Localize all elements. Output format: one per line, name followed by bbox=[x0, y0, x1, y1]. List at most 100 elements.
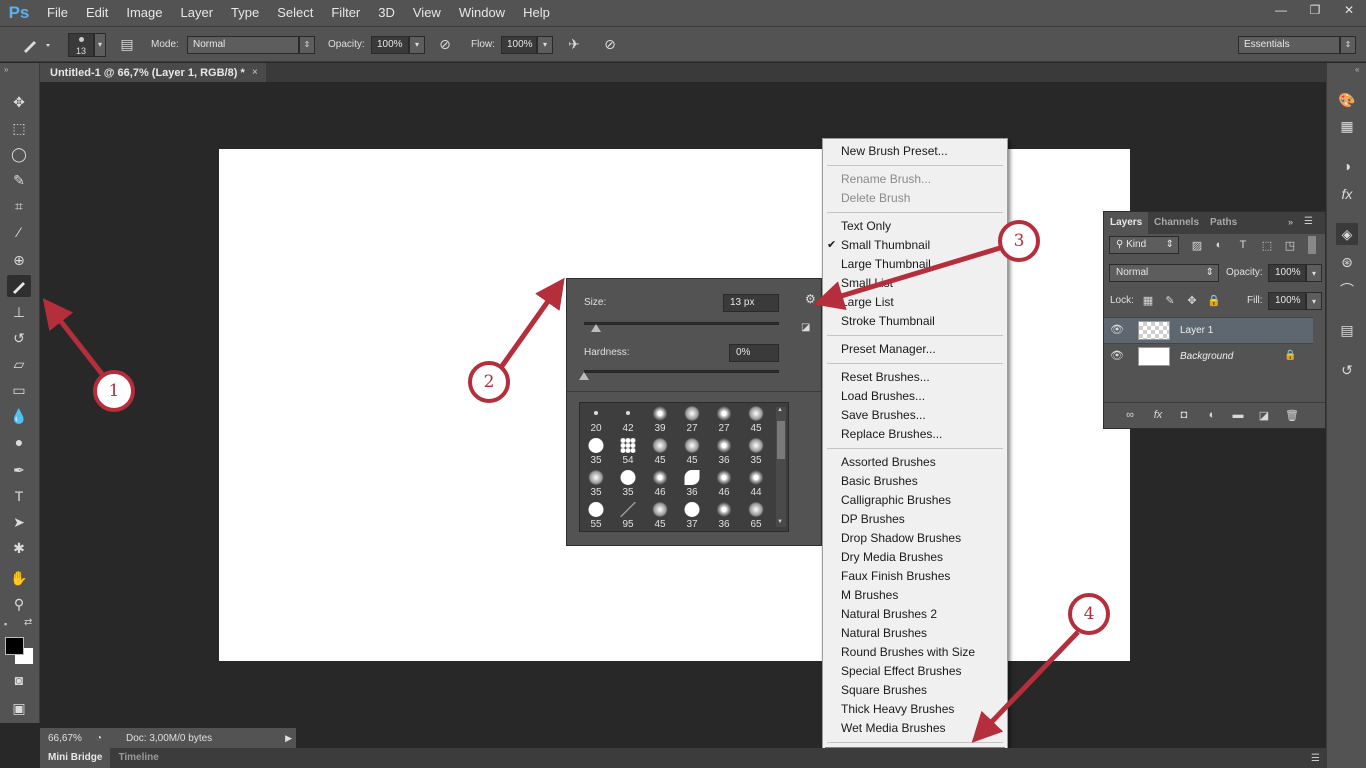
opacity-field[interactable]: 100% ▾ bbox=[371, 27, 425, 62]
menu-filter[interactable]: Filter bbox=[322, 0, 369, 26]
tab-channels[interactable]: Channels bbox=[1148, 212, 1205, 234]
lock-all-icon[interactable]: 🔒 bbox=[1206, 292, 1222, 308]
brush-preset[interactable]: 45 bbox=[740, 403, 772, 435]
swatches-panel-icon[interactable]: ▦ bbox=[1336, 115, 1358, 137]
close-tab-icon[interactable]: × bbox=[252, 63, 258, 82]
menu-item-preset-manager[interactable]: Preset Manager... bbox=[823, 340, 1007, 359]
document-tab[interactable]: Untitled-1 @ 66,7% (Layer 1, RGB/8) * bbox=[40, 63, 266, 82]
menu-item-faux-finish-brushes[interactable]: Faux Finish Brushes bbox=[823, 567, 1007, 586]
scrollbar-thumb[interactable] bbox=[777, 421, 785, 459]
brush-preset[interactable]: 36 bbox=[676, 467, 708, 499]
brush-preset[interactable]: 35 bbox=[580, 435, 612, 467]
chevron-down-icon[interactable]: ▾ bbox=[1306, 292, 1322, 310]
hardness-slider-handle[interactable] bbox=[579, 372, 589, 380]
panel-collapse-icon[interactable]: » bbox=[1288, 217, 1293, 227]
menu-window[interactable]: Window bbox=[450, 0, 514, 26]
pen-tool-icon[interactable]: ✒ bbox=[7, 459, 31, 481]
size-slider[interactable] bbox=[584, 322, 779, 325]
move-tool-icon[interactable]: ✥ bbox=[7, 91, 31, 113]
layers-panel-icon[interactable]: ◈ bbox=[1336, 223, 1358, 245]
brush-preset[interactable]: 36 bbox=[708, 435, 740, 467]
brush-preset[interactable]: 65 bbox=[740, 499, 772, 531]
tab-timeline[interactable]: Timeline bbox=[110, 748, 166, 768]
menu-item-dry-media-brushes[interactable]: Dry Media Brushes bbox=[823, 548, 1007, 567]
adjustment-layer-icon[interactable]: ◐ bbox=[1204, 407, 1220, 423]
restore-button[interactable]: ❐ bbox=[1298, 0, 1332, 20]
brush-preset[interactable]: 39 bbox=[644, 403, 676, 435]
path-selection-tool-icon[interactable]: ➤ bbox=[7, 511, 31, 533]
new-layer-icon[interactable]: ◪ bbox=[1256, 407, 1272, 423]
lock-transparency-icon[interactable]: ▦ bbox=[1140, 292, 1156, 308]
menu-item-wet-media-brushes[interactable]: Wet Media Brushes bbox=[823, 719, 1007, 738]
menu-item-dp-brushes[interactable]: DP Brushes bbox=[823, 510, 1007, 529]
minimize-button[interactable]: — bbox=[1264, 0, 1298, 20]
menu-item-new-brush-preset[interactable]: New Brush Preset... bbox=[823, 142, 1007, 161]
menu-item-text-only[interactable]: Text Only bbox=[823, 217, 1007, 236]
menu-layer[interactable]: Layer bbox=[172, 0, 223, 26]
menu-item-natural-brushes[interactable]: Natural Brushes bbox=[823, 624, 1007, 643]
brush-preset-picker[interactable]: 13 ▾ bbox=[68, 27, 106, 62]
lock-pixels-icon[interactable]: ✎ bbox=[1162, 292, 1178, 308]
swap-colors-icon[interactable]: ⇄ bbox=[24, 617, 32, 628]
type-tool-icon[interactable]: T bbox=[7, 485, 31, 507]
new-group-icon[interactable]: ▬ bbox=[1230, 407, 1246, 423]
close-button[interactable]: ✕ bbox=[1332, 0, 1366, 20]
menu-item-reset-brushes[interactable]: Reset Brushes... bbox=[823, 368, 1007, 387]
menu-item-assorted-brushes[interactable]: Assorted Brushes bbox=[823, 453, 1007, 472]
brush-preset[interactable]: 95 bbox=[612, 499, 644, 531]
panel-menu-icon[interactable]: ☰ bbox=[1304, 216, 1313, 227]
eraser-tool-icon[interactable]: ▱ bbox=[7, 353, 31, 375]
dodge-tool-icon[interactable]: ● bbox=[7, 431, 31, 453]
menu-select[interactable]: Select bbox=[268, 0, 322, 26]
flow-field[interactable]: 100% ▾ bbox=[501, 27, 553, 62]
menu-item-large-thumbnail[interactable]: Large Thumbnail bbox=[823, 255, 1007, 274]
brush-panel-toggle[interactable]: ▤ bbox=[117, 27, 137, 62]
scroll-up-icon[interactable]: ▲ bbox=[777, 407, 783, 413]
menu-item-save-brushes[interactable]: Save Brushes... bbox=[823, 406, 1007, 425]
new-preset-icon[interactable]: ◪ bbox=[801, 322, 810, 333]
lock-position-icon[interactable]: ✥ bbox=[1184, 292, 1200, 308]
brush-preset[interactable]: 45 bbox=[644, 499, 676, 531]
menu-file[interactable]: File bbox=[38, 0, 77, 26]
pixel-filter-icon[interactable]: ▨ bbox=[1189, 237, 1205, 253]
tab-mini-bridge[interactable]: Mini Bridge bbox=[40, 748, 111, 768]
add-mask-icon[interactable]: ◘ bbox=[1176, 407, 1192, 423]
brush-tool-icon[interactable] bbox=[7, 275, 31, 297]
menu-image[interactable]: Image bbox=[117, 0, 171, 26]
brush-preset[interactable]: 46 bbox=[644, 467, 676, 499]
status-menu-arrow-icon[interactable]: ▶ bbox=[285, 733, 292, 744]
layer-row[interactable]: 👁 Layer 1 bbox=[1104, 317, 1313, 343]
styles-panel-icon[interactable]: fx bbox=[1336, 183, 1358, 205]
blur-tool-icon[interactable]: 💧 bbox=[7, 405, 31, 427]
filter-kind-select[interactable]: ⚲ Kind ⇕ bbox=[1109, 236, 1179, 254]
brush-preset[interactable]: 42 bbox=[612, 403, 644, 435]
gradient-tool-icon[interactable]: ▭ bbox=[7, 379, 31, 401]
panel-menu-icon[interactable]: ☰ bbox=[1311, 753, 1320, 764]
pressure-opacity-button[interactable]: ⊘ bbox=[435, 27, 455, 62]
history-panel-icon[interactable]: ↺ bbox=[1336, 359, 1358, 381]
tab-layers[interactable]: Layers bbox=[1104, 212, 1149, 234]
clone-stamp-tool-icon[interactable]: ⊥ bbox=[7, 301, 31, 323]
lasso-tool-icon[interactable]: ◯ bbox=[7, 143, 31, 165]
visibility-eye-icon[interactable]: 👁 bbox=[1110, 349, 1124, 362]
brush-preset[interactable]: 44 bbox=[740, 467, 772, 499]
info-icon[interactable]: ◔ bbox=[96, 733, 126, 744]
chevron-down-icon[interactable]: ▾ bbox=[537, 35, 553, 54]
brush-preset[interactable]: 36 bbox=[708, 499, 740, 531]
brush-preset[interactable]: 20 bbox=[580, 403, 612, 435]
brush-preset[interactable]: 46 bbox=[708, 467, 740, 499]
brush-preset[interactable]: 45 bbox=[676, 435, 708, 467]
menu-item-basic-brushes[interactable]: Basic Brushes bbox=[823, 472, 1007, 491]
menu-item-natural-brushes-2[interactable]: Natural Brushes 2 bbox=[823, 605, 1007, 624]
hand-tool-icon[interactable]: ✋ bbox=[7, 567, 31, 589]
menu-3d[interactable]: 3D bbox=[369, 0, 404, 26]
menu-item-square-brushes[interactable]: Square Brushes bbox=[823, 681, 1007, 700]
adjustments-panel-icon[interactable]: ◑ bbox=[1336, 155, 1358, 177]
eyedropper-tool-icon[interactable]: ⁄ bbox=[7, 221, 31, 243]
color-panel-icon[interactable]: 🎨 bbox=[1336, 89, 1358, 111]
healing-brush-tool-icon[interactable]: ⊕ bbox=[7, 249, 31, 271]
tab-paths[interactable]: Paths bbox=[1204, 212, 1243, 234]
screen-mode-icon[interactable]: ▣ bbox=[7, 697, 31, 719]
quick-selection-tool-icon[interactable]: ✎ bbox=[7, 169, 31, 191]
menu-item-round-brushes-with-size[interactable]: Round Brushes with Size bbox=[823, 643, 1007, 662]
